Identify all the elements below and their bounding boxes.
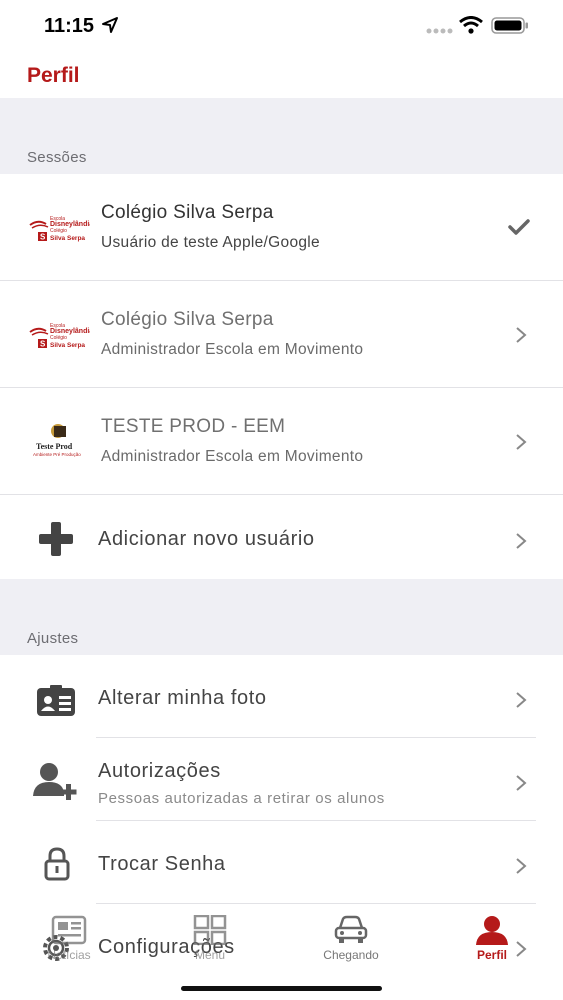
session-user-role: Usuário de teste Apple/Google xyxy=(101,234,320,251)
sessions-section-title: Sessões xyxy=(27,149,87,166)
svg-text:Colégio: Colégio xyxy=(50,228,67,234)
person-icon xyxy=(476,916,508,945)
svg-text:Teste Prod: Teste Prod xyxy=(36,442,73,451)
add-person-icon xyxy=(33,763,77,800)
add-user-row[interactable]: Adicionar novo usuário xyxy=(0,495,563,579)
checkmark-icon xyxy=(508,219,530,235)
lock-icon xyxy=(44,847,70,881)
change-password-label: Trocar Senha xyxy=(98,853,226,875)
tab-profile[interactable]: Perfil xyxy=(437,905,547,975)
sessions-section-header: Sessões xyxy=(0,98,563,174)
session-user-role: Administrador Escola em Movimento xyxy=(101,448,364,465)
session-school-name: TESTE PROD - EEM xyxy=(101,416,286,437)
svg-text:Disneylândia: Disneylândia xyxy=(50,328,90,335)
tab-menu-label: Menu xyxy=(194,948,226,962)
svg-text:Silva Serpa: Silva Serpa xyxy=(50,235,85,242)
chevron-right-icon xyxy=(516,692,527,708)
chevron-right-icon xyxy=(516,434,527,450)
tab-menu[interactable]: Menu xyxy=(155,905,265,975)
tab-news[interactable]: Notícias xyxy=(14,905,124,975)
settings-section-title: Ajustes xyxy=(27,630,79,647)
change-password-row[interactable]: Trocar Senha xyxy=(0,821,563,903)
svg-text:Colégio: Colégio xyxy=(50,335,67,341)
tab-arriving[interactable]: Chegando xyxy=(296,905,406,975)
id-card-icon xyxy=(37,685,75,716)
svg-text:Disneylândia: Disneylândia xyxy=(50,221,90,228)
tab-news-label: Notícias xyxy=(47,948,91,962)
car-icon xyxy=(334,915,368,943)
school-logo: Teste Prod Ambiente Pré Produção xyxy=(33,424,81,457)
page-title: Perfil xyxy=(27,64,80,87)
plus-icon xyxy=(39,522,73,556)
session-row[interactable]: Teste Prod Ambiente Pré Produção TESTE P… xyxy=(0,388,563,494)
location-arrow-icon xyxy=(102,17,118,33)
home-indicator xyxy=(181,986,382,991)
news-icon xyxy=(51,915,87,945)
tab-arriving-label: Chegando xyxy=(323,948,379,962)
change-photo-label: Alterar minha foto xyxy=(98,687,267,709)
chevron-right-icon xyxy=(516,858,527,874)
add-user-label: Adicionar novo usuário xyxy=(98,528,315,550)
school-logo: Escola Disneylândia Colégio S Silva Serp… xyxy=(29,323,90,349)
header: Perfil xyxy=(0,52,563,98)
signal-dots-icon xyxy=(426,28,453,34)
settings-section-header: Ajustes xyxy=(0,579,563,655)
svg-text:S: S xyxy=(40,340,46,349)
authorizations-label: Autorizações xyxy=(98,760,221,782)
chevron-right-icon xyxy=(516,327,527,343)
svg-text:Ambiente Pré Produção: Ambiente Pré Produção xyxy=(33,452,81,457)
school-logo: Escola Disneylândia Colégio S Silva Serp… xyxy=(29,216,90,242)
session-school-name: Colégio Silva Serpa xyxy=(101,202,274,223)
svg-text:Silva Serpa: Silva Serpa xyxy=(50,342,85,349)
chevron-right-icon xyxy=(516,533,527,549)
session-user-role: Administrador Escola em Movimento xyxy=(101,341,364,358)
wifi-icon xyxy=(459,16,483,34)
grid-icon xyxy=(193,915,227,945)
session-row[interactable]: Escola Disneylândia Colégio S Silva Serp… xyxy=(0,174,563,280)
session-school-name: Colégio Silva Serpa xyxy=(101,309,274,330)
authorizations-subtitle: Pessoas autorizadas a retirar os alunos xyxy=(98,790,385,807)
status-bar: 11:15 xyxy=(0,0,563,52)
chevron-right-icon xyxy=(516,775,527,791)
svg-text:S: S xyxy=(40,233,46,242)
authorizations-row[interactable]: Autorizações Pessoas autorizadas a retir… xyxy=(0,738,563,820)
status-time: 11:15 xyxy=(44,15,95,37)
battery-icon xyxy=(491,17,528,34)
change-photo-row[interactable]: Alterar minha foto xyxy=(0,655,563,737)
tab-profile-label: Perfil xyxy=(476,948,507,962)
session-row[interactable]: Escola Disneylândia Colégio S Silva Serp… xyxy=(0,281,563,387)
